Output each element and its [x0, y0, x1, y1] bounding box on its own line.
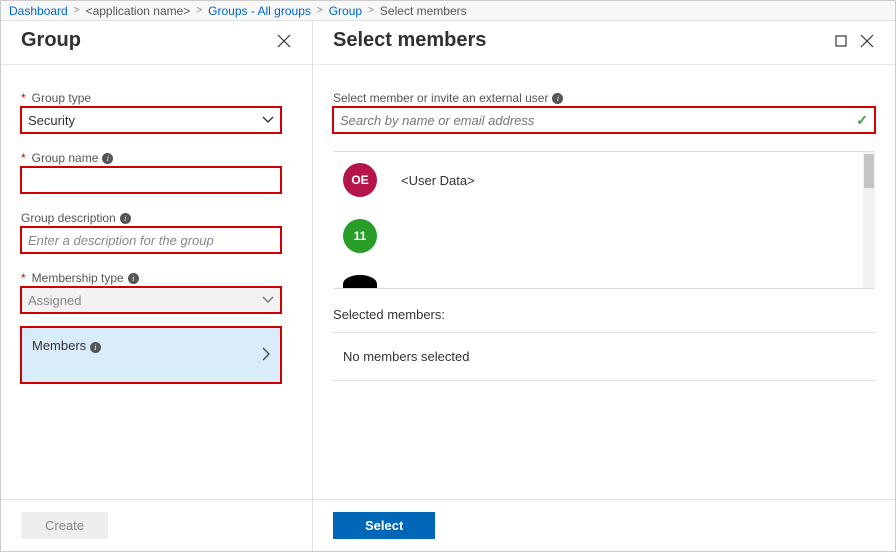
chevron-right-icon: > — [196, 5, 202, 16]
chevron-right-icon: > — [74, 5, 80, 16]
breadcrumb-group[interactable]: Group — [329, 4, 362, 18]
close-icon[interactable] — [276, 33, 292, 49]
close-icon[interactable] — [859, 33, 875, 49]
group-name-label: *Group name i — [21, 151, 292, 165]
check-icon: ✓ — [856, 112, 868, 129]
select-members-title: Select members — [333, 29, 823, 52]
group-name-input[interactable] — [21, 167, 281, 193]
breadcrumb: Dashboard > <application name> > Groups … — [1, 1, 895, 21]
info-icon[interactable]: i — [128, 273, 139, 284]
chevron-right-icon: > — [368, 5, 374, 16]
select-members-panel: Select members Select member or invite a… — [313, 21, 895, 551]
info-icon[interactable]: i — [120, 213, 131, 224]
user-row[interactable]: 11 — [333, 208, 875, 264]
breadcrumb-groups[interactable]: Groups - All groups — [208, 4, 311, 18]
info-icon: i — [90, 342, 101, 353]
group-description-input[interactable] — [21, 227, 281, 253]
group-description-label: Group description i — [21, 211, 292, 225]
breadcrumb-current: Select members — [380, 4, 467, 18]
members-selector[interactable]: Members i — [21, 327, 281, 383]
create-button[interactable]: Create — [21, 512, 108, 539]
select-button[interactable]: Select — [333, 512, 435, 539]
user-row[interactable]: OE <User Data> — [333, 152, 875, 208]
user-name: <User Data> — [401, 173, 475, 188]
search-label: Select member or invite an external user… — [333, 91, 875, 105]
membership-type-label: *Membership type i — [21, 271, 292, 285]
chevron-right-icon — [262, 347, 270, 364]
membership-type-select[interactable]: Assigned — [21, 287, 281, 313]
group-type-select[interactable]: Security — [21, 107, 281, 133]
chevron-down-icon — [262, 113, 274, 127]
scrollbar-thumb[interactable] — [864, 154, 874, 188]
maximize-icon[interactable] — [833, 33, 849, 49]
member-search-input[interactable]: ✓ — [333, 107, 875, 133]
info-icon[interactable]: i — [102, 153, 113, 164]
group-panel-title: Group — [21, 29, 266, 52]
chevron-right-icon: > — [317, 5, 323, 16]
avatar: 11 — [343, 219, 377, 253]
selected-members-label: Selected members: — [333, 307, 875, 322]
avatar: OE — [343, 163, 377, 197]
group-type-label: *Group type — [21, 91, 292, 105]
group-panel: Group *Group type Security *Group name i — [1, 21, 313, 551]
scrollbar[interactable] — [863, 152, 875, 288]
user-row[interactable] — [333, 264, 875, 289]
selected-members-box: No members selected — [333, 332, 875, 381]
breadcrumb-dashboard[interactable]: Dashboard — [9, 4, 68, 18]
chevron-down-icon — [262, 293, 274, 307]
avatar — [343, 275, 377, 289]
info-icon[interactable]: i — [552, 93, 563, 104]
breadcrumb-app-name: <application name> — [86, 4, 191, 18]
user-list: OE <User Data> 11 — [333, 151, 875, 289]
